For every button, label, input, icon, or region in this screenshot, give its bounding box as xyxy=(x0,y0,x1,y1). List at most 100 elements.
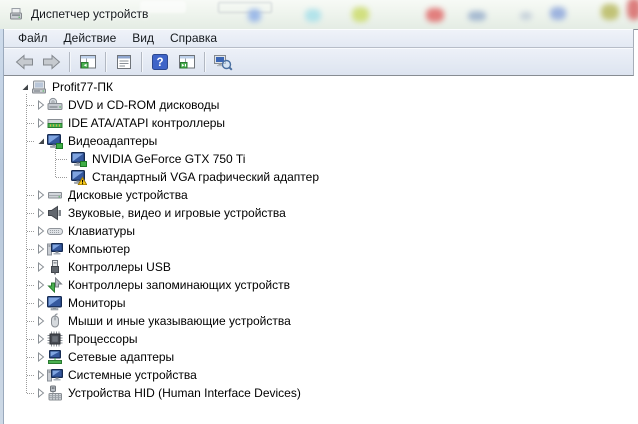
tree-item[interactable]: Видеоадаптеры xyxy=(36,132,157,150)
menu-view[interactable]: Вид xyxy=(124,30,162,46)
tree-item-label: DVD и CD-ROM дисководы xyxy=(68,98,219,112)
action-pane-button[interactable] xyxy=(173,50,200,74)
tree-item[interactable]: Клавиатуры xyxy=(36,222,135,240)
usb-icon xyxy=(47,259,63,275)
tree-expander-icon[interactable] xyxy=(36,298,46,308)
disk-drive-icon xyxy=(47,187,63,203)
tree-item-label: IDE ATA/ATAPI контроллеры xyxy=(68,116,225,130)
tree-guide-line xyxy=(27,375,34,376)
tree-expander-icon[interactable] xyxy=(36,352,46,362)
console-tree-icon xyxy=(78,53,98,71)
ide-controller-icon xyxy=(47,115,63,131)
network-adapter-icon xyxy=(47,349,63,365)
computer-root-icon xyxy=(31,79,47,95)
tree-item[interactable]: Звуковые, видео и игровые устройства xyxy=(36,204,286,222)
tree-item[interactable]: DVD и CD-ROM дисководы xyxy=(36,96,219,114)
blurred-desktop-label xyxy=(218,2,272,13)
tree-item-label: Видеоадаптеры xyxy=(68,134,157,148)
tree-expander-icon[interactable] xyxy=(36,244,46,254)
titlebar[interactable]: Диспетчер устройств xyxy=(0,0,638,30)
cpu-icon xyxy=(47,331,63,347)
display-adapter-icon xyxy=(71,151,87,167)
tree-item-label: Profit77-ПК xyxy=(52,80,113,94)
back-button[interactable] xyxy=(11,50,38,74)
menu-file[interactable]: Файл xyxy=(10,30,56,46)
tree-item[interactable]: Компьютер xyxy=(36,240,130,258)
tree-guide-line xyxy=(27,357,34,358)
tree-item-label: Стандартный VGA графический адаптер xyxy=(92,170,319,184)
tree-expander-icon[interactable] xyxy=(36,100,46,110)
tree-expander-icon[interactable] xyxy=(36,388,46,398)
tree-guide-line xyxy=(27,249,34,250)
tree-expander-icon[interactable] xyxy=(36,190,46,200)
tree-item[interactable]: Мыши и иные указывающие устройства xyxy=(36,312,291,330)
tree-item[interactable]: Контроллеры USB xyxy=(36,258,171,276)
tree-item[interactable]: Системные устройства xyxy=(36,366,197,384)
blurred-desktop-icon xyxy=(426,8,444,22)
tree-expander-icon[interactable] xyxy=(20,82,30,92)
tree-item[interactable]: Процессоры xyxy=(36,330,138,348)
storage-controller-icon xyxy=(47,277,63,293)
blurred-desktop-icon xyxy=(352,7,369,22)
speaker-icon xyxy=(47,205,63,221)
tree-item[interactable]: NVIDIA GeForce GTX 750 Ti xyxy=(71,150,245,168)
blurred-desktop-icon xyxy=(550,7,566,20)
tree-item[interactable]: Profit77-ПК xyxy=(20,78,113,96)
forward-button[interactable] xyxy=(38,50,65,74)
arrow-right-icon xyxy=(41,53,62,71)
tree-item-label: Контроллеры запоминающих устройств xyxy=(68,278,290,292)
tree-expander-icon[interactable] xyxy=(36,316,46,326)
window-title: Диспетчер устройств xyxy=(31,7,148,21)
keyboard-icon xyxy=(47,223,63,239)
tree-guide-line xyxy=(55,148,56,177)
tree-expander-icon[interactable] xyxy=(36,370,46,380)
tree-item[interactable]: Контроллеры запоминающих устройств xyxy=(36,276,290,294)
tree-guide-line xyxy=(27,285,34,286)
tree-guide-line xyxy=(56,177,67,178)
toolbar-separator xyxy=(105,52,106,72)
tree-expander-icon[interactable] xyxy=(36,334,46,344)
tree-item[interactable]: Дисковые устройства xyxy=(36,186,188,204)
scan-hardware-changes-button[interactable] xyxy=(209,50,236,74)
properties-button[interactable] xyxy=(110,50,137,74)
toolbar: ? xyxy=(4,48,634,76)
mouse-icon xyxy=(47,313,63,329)
tree-item[interactable]: Мониторы xyxy=(36,294,125,312)
tree-guide-line xyxy=(27,231,34,232)
tree-item[interactable]: Сетевые адаптеры xyxy=(36,348,174,366)
arrow-left-icon xyxy=(14,53,35,71)
device-tree: Profit77-ПК DVD и CD-ROM дисководы IDE ATA… xyxy=(4,76,638,424)
tree-item-label: Устройства HID (Human Interface Devices) xyxy=(68,386,301,400)
display-adapter-icon xyxy=(47,133,63,149)
blurred-desktop-icon xyxy=(520,12,532,20)
monitor-icon xyxy=(47,295,63,311)
toolbar-separator xyxy=(141,52,142,72)
tree-expander-icon[interactable] xyxy=(36,226,46,236)
tree-item-label: Мыши и иные указывающие устройства xyxy=(68,314,291,328)
svg-text:?: ? xyxy=(156,57,163,69)
blurred-desktop-icon xyxy=(627,0,638,20)
dvd-drive-icon xyxy=(47,97,63,113)
tree-item-label: NVIDIA GeForce GTX 750 Ti xyxy=(92,152,245,166)
tree-item[interactable]: Устройства HID (Human Interface Devices) xyxy=(36,384,301,402)
tree-guide-line xyxy=(26,94,27,393)
tree-item[interactable]: IDE ATA/ATAPI контроллеры xyxy=(36,114,225,132)
tree-expander-icon[interactable] xyxy=(36,136,46,146)
tree-expander-icon[interactable] xyxy=(36,280,46,290)
display-adapter-warning-icon xyxy=(71,169,87,185)
tree-guide-line xyxy=(27,303,34,304)
device-manager-icon xyxy=(8,6,24,22)
tree-expander-icon[interactable] xyxy=(36,118,46,128)
help-button[interactable]: ? xyxy=(146,50,173,74)
tree-guide-line xyxy=(27,321,34,322)
tree-expander-icon[interactable] xyxy=(36,262,46,272)
tree-guide-line xyxy=(27,267,34,268)
tree-expander-icon[interactable] xyxy=(36,208,46,218)
menu-action[interactable]: Действие xyxy=(56,30,125,46)
toolbar-separator xyxy=(204,52,205,72)
tree-guide-line xyxy=(27,105,34,106)
show-console-tree-button[interactable] xyxy=(74,50,101,74)
tree-item[interactable]: Стандартный VGA графический адаптер xyxy=(71,168,319,186)
hid-device-icon xyxy=(47,385,63,401)
menu-help[interactable]: Справка xyxy=(162,30,225,46)
